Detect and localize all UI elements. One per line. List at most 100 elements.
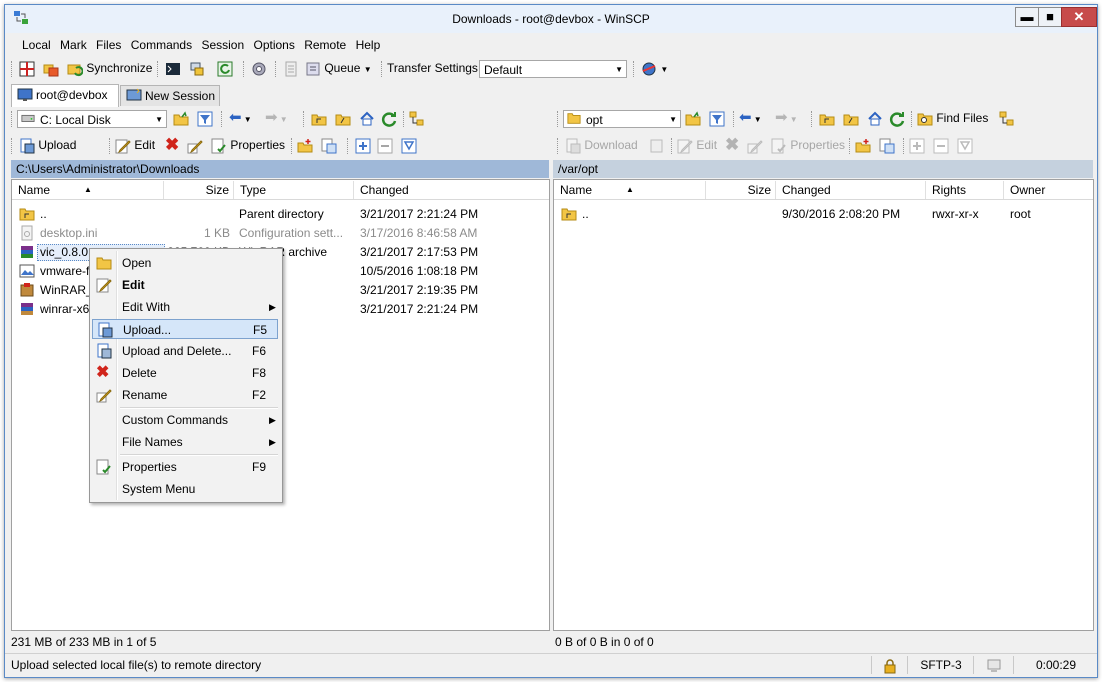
remote-dir-select[interactable]: opt ▼ <box>563 110 681 128</box>
remote-home-button[interactable] <box>867 107 883 131</box>
local-parent-dir-button[interactable] <box>311 107 327 131</box>
menu-item-edit[interactable]: Edit <box>92 275 278 295</box>
remote-select-files-button[interactable] <box>879 134 895 158</box>
local-rename-button[interactable] <box>187 134 203 158</box>
local-edit-button[interactable]: Edit <box>115 134 155 158</box>
compression-status[interactable] <box>973 656 1014 674</box>
table-row[interactable]: .. Parent directory 3/21/2017 2:21:24 PM <box>12 205 549 224</box>
menu-item-upload-and-delete[interactable]: Upload and Delete... F6 <box>92 341 278 361</box>
column-size[interactable]: Size <box>706 181 776 199</box>
column-rights[interactable]: Rights <box>926 181 1004 199</box>
download-button[interactable]: Download <box>565 134 638 158</box>
transfer-settings-select[interactable]: Default ▼ <box>479 60 627 78</box>
toolbar-grip[interactable] <box>11 138 15 154</box>
remote-download-move-button[interactable] <box>649 134 665 158</box>
local-tree-toggle-button[interactable] <box>409 107 425 131</box>
local-open-dir-button[interactable] <box>173 107 189 131</box>
menu-session[interactable]: Session <box>198 35 247 52</box>
refresh-session-button[interactable] <box>217 57 233 81</box>
terminal-button[interactable] <box>165 57 181 81</box>
menu-item-file-names[interactable]: File Names ▶ <box>92 432 278 452</box>
remote-forward-button[interactable]: ➡ ▼ <box>775 107 798 131</box>
local-path-bar[interactable]: C:\Users\Administrator\Downloads <box>11 160 549 178</box>
remote-back-button[interactable]: ⬅ ▼ <box>739 107 762 131</box>
encryption-status[interactable] <box>871 656 908 674</box>
remote-root-dir-button[interactable] <box>843 107 859 131</box>
local-home-button[interactable] <box>359 107 375 131</box>
local-drive-select[interactable]: C: Local Disk ▼ <box>17 110 167 128</box>
menu-item-upload[interactable]: Upload... F5 <box>92 319 278 339</box>
remote-filter-button[interactable] <box>709 107 725 131</box>
local-filter-button[interactable] <box>197 107 213 131</box>
compare-dirs-button[interactable] <box>19 57 35 81</box>
upload-button[interactable]: Upload <box>19 134 76 158</box>
sync-browse-button[interactable] <box>43 57 59 81</box>
remote-filter-mask-button[interactable] <box>957 134 973 158</box>
toolbar-grip[interactable] <box>11 111 15 127</box>
menu-help[interactable]: Help <box>353 35 384 52</box>
remote-select-all-button[interactable] <box>909 134 925 158</box>
local-forward-button[interactable]: ➡ ▼ <box>265 107 288 131</box>
menu-item-system-menu[interactable]: System Menu <box>92 479 278 499</box>
tab-new-session[interactable]: New Session <box>120 85 220 106</box>
remote-properties-button[interactable]: Properties <box>771 134 845 158</box>
menu-item-edit-with[interactable]: Edit With ▶ <box>92 297 278 317</box>
menu-item-rename[interactable]: Rename F2 <box>92 385 278 405</box>
transfer-presets-button[interactable]: ▼ <box>641 57 668 81</box>
toolbar-grip[interactable] <box>11 61 15 77</box>
table-row[interactable]: .. 9/30/2016 2:08:20 PM rwxr-xr-x root <box>554 205 1093 224</box>
column-type[interactable]: Type <box>234 181 354 199</box>
remote-new-folder-button[interactable] <box>855 134 871 158</box>
remote-edit-button[interactable]: Edit <box>677 134 717 158</box>
menu-commands[interactable]: Commands <box>128 35 195 52</box>
tab-root-devbox[interactable]: root@devbox <box>11 84 119 107</box>
local-root-dir-button[interactable] <box>335 107 351 131</box>
remote-unselect-button[interactable] <box>933 134 949 158</box>
local-back-button[interactable]: ⬅ ▼ <box>229 107 252 131</box>
remote-path-bar[interactable]: /var/opt <box>553 160 1093 178</box>
menu-mark[interactable]: Mark <box>57 35 90 52</box>
preferences-button[interactable] <box>251 57 267 81</box>
remote-open-dir-button[interactable] <box>685 107 701 131</box>
toolbar-grip[interactable] <box>557 138 561 154</box>
minimize-button[interactable]: ▬ <box>1015 7 1039 27</box>
maximize-button[interactable]: ■ <box>1038 7 1062 27</box>
local-select-files-button[interactable] <box>321 134 337 158</box>
column-name[interactable]: Name ▲ <box>554 181 706 199</box>
local-filter-mask-button[interactable] <box>401 134 417 158</box>
remote-file-list[interactable]: Name ▲ Size Changed Rights Owner .. 9/30/… <box>553 179 1094 631</box>
table-row[interactable]: desktop.ini 1 KB Configuration sett... 3… <box>12 224 549 243</box>
protocol-status[interactable]: SFTP-3 <box>907 656 974 674</box>
remote-tree-toggle-button[interactable] <box>999 107 1015 131</box>
menu-files[interactable]: Files <box>93 35 124 52</box>
column-name[interactable]: Name ▲ <box>12 181 164 199</box>
column-changed[interactable]: Changed <box>776 181 926 199</box>
column-changed[interactable]: Changed <box>354 181 549 199</box>
local-delete-button[interactable]: ✖ <box>165 134 179 158</box>
column-owner[interactable]: Owner <box>1004 181 1093 199</box>
close-button[interactable]: ✕ <box>1061 7 1097 27</box>
local-unselect-button[interactable] <box>377 134 393 158</box>
title-bar[interactable]: Downloads - root@devbox - WinSCP ▬ ■ ✕ <box>5 5 1097 33</box>
remote-refresh-button[interactable] <box>889 107 905 131</box>
local-refresh-button[interactable] <box>381 107 397 131</box>
menu-options[interactable]: Options <box>250 35 297 52</box>
menu-item-custom-commands[interactable]: Custom Commands ▶ <box>92 410 278 430</box>
menu-remote[interactable]: Remote <box>301 35 349 52</box>
local-new-folder-button[interactable] <box>297 134 313 158</box>
synchronize-button[interactable]: Synchronize <box>67 57 152 81</box>
find-files-button[interactable]: Find Files <box>917 107 988 131</box>
remote-parent-dir-button[interactable] <box>819 107 835 131</box>
menu-local[interactable]: Local <box>19 35 54 52</box>
putty-button[interactable] <box>189 57 205 81</box>
remote-rename-button[interactable] <box>747 134 763 158</box>
local-properties-button[interactable]: Properties <box>211 134 285 158</box>
toolbar-grip[interactable] <box>557 111 561 127</box>
column-size[interactable]: Size <box>164 181 234 199</box>
menu-item-open[interactable]: Open <box>92 253 278 273</box>
remote-delete-button[interactable]: ✖ <box>725 134 739 158</box>
queue-button[interactable]: Queue ▼ <box>305 57 372 81</box>
menu-item-properties[interactable]: Properties F9 <box>92 457 278 477</box>
menu-item-delete[interactable]: ✖ Delete F8 <box>92 363 278 383</box>
queue-settings-button[interactable] <box>283 57 299 81</box>
